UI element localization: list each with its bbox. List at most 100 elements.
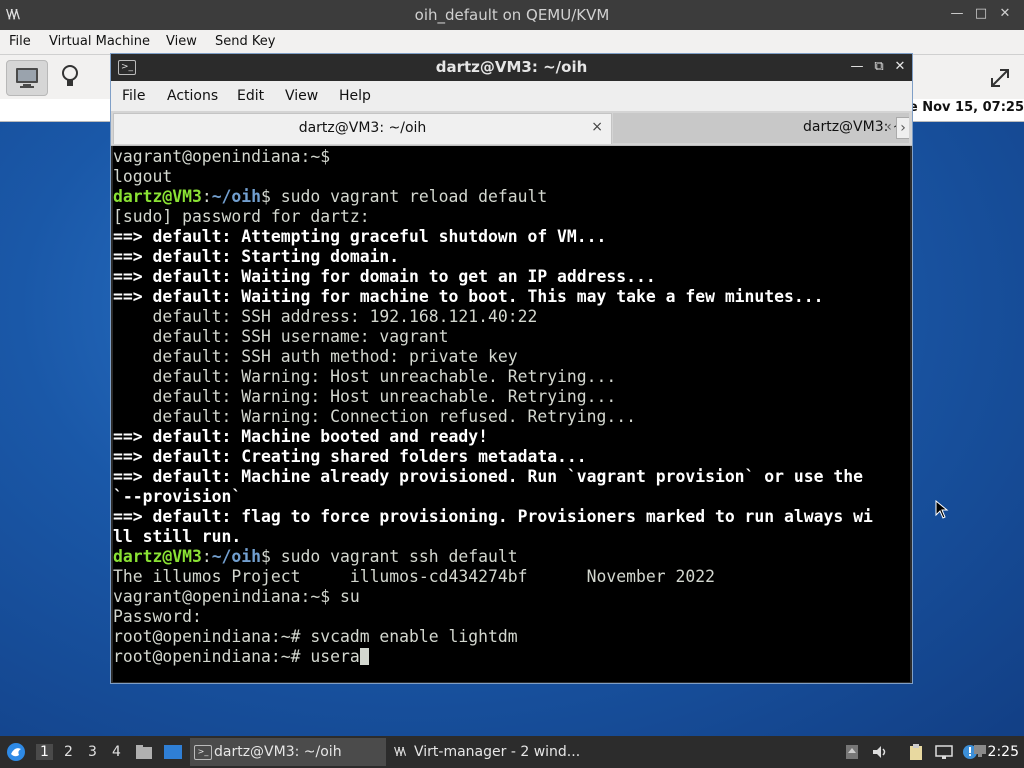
menu-virtual-machine[interactable]: Virtual Machine <box>49 34 150 49</box>
menu-help[interactable]: Help <box>339 88 371 104</box>
terminal-text: root@openindiana:~# svcadm enable lightd… <box>113 627 518 646</box>
task-terminal[interactable]: >_ dartz@VM3: ~/oih <box>190 738 386 766</box>
terminal-text: dartz@VM3 <box>113 187 202 206</box>
terminal-text: ==> default: Creating shared folders met… <box>113 447 587 466</box>
display-icon[interactable] <box>963 740 987 762</box>
mouse-pointer-icon <box>935 500 949 519</box>
terminal-line: ==> default: Attempting graceful shutdow… <box>113 227 910 247</box>
terminal-text: default: SSH username: vagrant <box>113 327 449 346</box>
terminal-line: Password: <box>113 607 910 627</box>
terminal-tab-bar: dartz@VM3: ~/oih × dartz@VM3: ~/oih ‹ › <box>111 111 912 146</box>
clipboard-icon[interactable] <box>907 743 925 761</box>
terminal-output[interactable]: vagrant@openindiana:~$ logout dartz@VM3:~/… <box>113 146 910 682</box>
terminal-window[interactable]: >_ dartz@VM3: ~/oih — ⧉ ✕ File Actions E… <box>110 53 913 684</box>
virt-manager-icon: \/\/\ <box>394 745 406 758</box>
terminal-line: dartz@VM3:~/oih$ sudo vagrant ssh defaul… <box>113 547 910 567</box>
menu-edit[interactable]: Edit <box>237 88 264 104</box>
terminal-text: default: SSH auth method: private key <box>113 347 518 366</box>
minimize-icon[interactable]: — <box>948 5 966 23</box>
tab-label: dartz@VM3: ~/oih <box>298 120 427 136</box>
terminal-line: ==> default: Starting domain. <box>113 247 910 267</box>
terminal-line: default: SSH username: vagrant <box>113 327 910 347</box>
terminal-line: default: SSH auth method: private key <box>113 347 910 367</box>
terminal-line: ==> default: flag to force provisioning.… <box>113 507 910 527</box>
vm-window-titlebar[interactable]: \/\/\ oih_default on QEMU/KVM — □ ✕ <box>0 0 1024 30</box>
maximize-icon[interactable]: □ <box>972 5 990 23</box>
terminal-text: : <box>201 547 212 566</box>
terminal-line: `--provision` <box>113 487 910 507</box>
show-desktop-icon[interactable] <box>163 743 183 761</box>
terminal-line: ll still run. <box>113 527 910 547</box>
taskbar: 1 2 3 4 >_ dartz@VM3: ~/oih \/\/\ Virt-m… <box>0 736 1024 768</box>
task-label: dartz@VM3: ~/oih <box>214 744 342 760</box>
terminal-line: dartz@VM3:~/oih$ sudo vagrant reload def… <box>113 187 910 207</box>
terminal-line: default: Warning: Host unreachable. Retr… <box>113 387 910 407</box>
terminal-text: [sudo] password for dartz: <box>113 207 370 226</box>
terminal-titlebar[interactable]: >_ dartz@VM3: ~/oih — ⧉ ✕ <box>111 54 912 81</box>
tab-close-icon[interactable]: × <box>591 119 603 135</box>
close-icon[interactable]: ✕ <box>891 58 909 76</box>
guest-clock: e Nov 15, 07:25 <box>908 100 1024 115</box>
network-icon[interactable] <box>935 743 953 761</box>
terminal-text: ~/oih <box>211 547 262 566</box>
text-cursor <box>359 648 369 665</box>
terminal-menubar: File Actions Edit View Help <box>111 81 912 111</box>
terminal-text: default: Warning: Connection refused. Re… <box>113 407 637 426</box>
menu-view[interactable]: View <box>166 34 197 49</box>
terminal-line: ==> default: Waiting for domain to get a… <box>113 267 910 287</box>
terminal-line: default: SSH address: 192.168.121.40:22 <box>113 307 910 327</box>
workspace-4[interactable]: 4 <box>112 744 121 760</box>
terminal-text: vagrant@openindiana:~$ su <box>113 587 360 606</box>
vm-window-title: oih_default on QEMU/KVM <box>414 6 610 24</box>
tab-inactive[interactable]: dartz@VM3: ~/oih ‹ › <box>613 113 909 143</box>
eject-icon[interactable] <box>843 743 861 761</box>
terminal-line: root@openindiana:~# svcadm enable lightd… <box>113 627 910 647</box>
menu-file[interactable]: File <box>9 34 31 49</box>
terminal-text: ~/oih <box>211 187 262 206</box>
terminal-line: ==> default: Waiting for machine to boot… <box>113 287 910 307</box>
fullscreen-button[interactable] <box>980 60 1020 94</box>
workspace-1[interactable]: 1 <box>36 744 53 760</box>
terminal-line: The illumos Project illumos-cd434274bf N… <box>113 567 910 587</box>
terminal-icon: >_ <box>194 745 212 760</box>
workspace-3[interactable]: 3 <box>88 744 97 760</box>
menu-actions[interactable]: Actions <box>167 88 218 104</box>
volume-icon[interactable] <box>871 743 889 761</box>
console-button[interactable] <box>6 60 48 96</box>
terminal-line: ==> default: Machine already provisioned… <box>113 467 910 487</box>
terminal-text: : <box>201 187 212 206</box>
terminal-text: Password: <box>113 607 202 626</box>
start-menu-icon[interactable] <box>6 742 26 762</box>
menu-send-key[interactable]: Send Key <box>215 34 275 49</box>
workspace-2[interactable]: 2 <box>64 744 73 760</box>
terminal-line: logout <box>113 167 910 187</box>
terminal-line: vagrant@openindiana:~$ <box>113 147 910 167</box>
terminal-line: root@openindiana:~# usera <box>113 647 910 667</box>
file-manager-icon[interactable] <box>135 743 153 761</box>
terminal-text: $ sudo vagrant ssh default <box>261 547 518 566</box>
tab-scroll-left-icon[interactable]: ‹ <box>883 117 895 137</box>
task-virt-manager[interactable]: \/\/\ Virt-manager - 2 wind... <box>390 738 600 766</box>
terminal-text: ==> default: Starting domain. <box>113 247 400 266</box>
terminal-text: ==> default: Attempting graceful shutdow… <box>113 227 607 246</box>
lightbulb-icon <box>62 65 78 86</box>
terminal-line: default: Warning: Connection refused. Re… <box>113 407 910 427</box>
monitor-icon <box>16 68 38 88</box>
minimize-icon[interactable]: — <box>848 58 866 76</box>
tab-scroll-right-icon[interactable]: › <box>896 117 909 139</box>
terminal-line: vagrant@openindiana:~$ su <box>113 587 910 607</box>
terminal-text: default: Warning: Host unreachable. Retr… <box>113 367 617 386</box>
terminal-text: ==> default: Waiting for domain to get a… <box>113 267 656 286</box>
terminal-text: ll still run. <box>113 527 242 546</box>
menu-file[interactable]: File <box>122 88 145 104</box>
terminal-text: ==> default: flag to force provisioning.… <box>113 507 873 526</box>
terminal-line: ==> default: Creating shared folders met… <box>113 447 910 467</box>
details-button[interactable] <box>50 60 90 94</box>
restore-icon[interactable]: ⧉ <box>870 58 888 76</box>
terminal-text: dartz@VM3 <box>113 547 202 566</box>
tab-active[interactable]: dartz@VM3: ~/oih × <box>113 113 612 144</box>
close-icon[interactable]: ✕ <box>996 5 1014 23</box>
taskbar-clock: 2:25 <box>987 744 1019 760</box>
menu-view[interactable]: View <box>285 88 318 104</box>
terminal-text: logout <box>113 167 173 186</box>
